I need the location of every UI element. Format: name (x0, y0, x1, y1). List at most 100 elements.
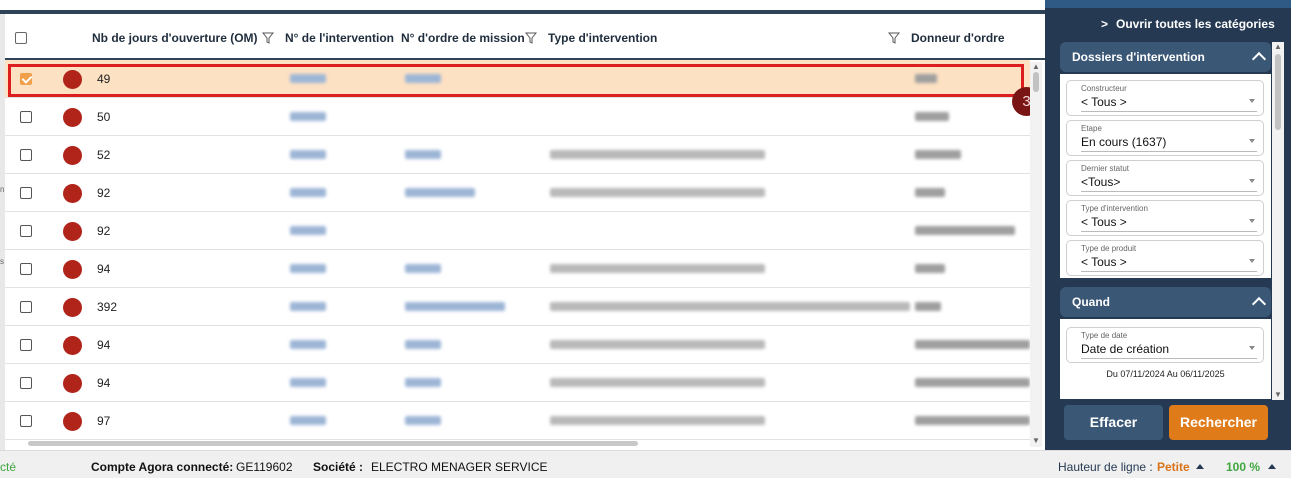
step-select[interactable]: Etape En cours (1637) (1066, 120, 1264, 156)
chevron-up-icon[interactable] (1251, 296, 1267, 312)
search-button[interactable]: Rechercher (1169, 405, 1268, 440)
table-top-strip (0, 0, 1045, 14)
chevron-right-icon: > (1101, 17, 1109, 31)
select-all-checkbox[interactable] (15, 32, 27, 44)
row-checkbox[interactable] (20, 187, 32, 199)
account-value: GE119602 (236, 460, 293, 474)
line-height-value[interactable]: Petite (1157, 460, 1190, 474)
redacted-ordering-party (915, 340, 1030, 349)
row-checkbox[interactable] (20, 339, 32, 351)
dropdown-arrow-icon (1249, 346, 1255, 350)
field-value: En cours (1637) (1081, 135, 1167, 149)
table-row[interactable]: 94 (5, 364, 1030, 402)
scroll-up-icon[interactable]: ▲ (1274, 42, 1282, 51)
zoom-up-icon[interactable] (1268, 464, 1276, 469)
scroll-down-icon[interactable]: ▼ (1274, 390, 1282, 399)
days-open-cell: 97 (97, 414, 111, 428)
row-checkbox[interactable] (20, 111, 32, 123)
table-vertical-scrollbar[interactable] (1030, 62, 1042, 447)
redacted-mission-number (405, 264, 441, 273)
filter-icon[interactable] (525, 32, 537, 44)
filter-icon[interactable] (888, 32, 900, 44)
redacted-intervention-type (550, 416, 765, 425)
scroll-up-icon[interactable]: ▲ (1032, 62, 1040, 71)
sidebar-top-strip (1045, 0, 1291, 8)
status-dot (63, 374, 82, 393)
zoom-level[interactable]: 100 % (1226, 460, 1260, 474)
connection-status: cté (0, 460, 17, 474)
row-checkbox[interactable] (20, 263, 32, 275)
filter-icon[interactable] (262, 32, 274, 44)
redacted-intervention-number (290, 226, 326, 235)
status-dot (63, 260, 82, 279)
intervention-type-select[interactable]: Type d'intervention < Tous > (1066, 200, 1264, 236)
table-row[interactable]: 97 (5, 402, 1030, 440)
section-when[interactable]: Quand (1060, 287, 1271, 317)
scroll-down-icon[interactable]: ▼ (1032, 436, 1040, 445)
column-header-mission-order-number[interactable]: N° d'ordre de mission (401, 31, 525, 45)
redacted-intervention-type (550, 188, 765, 197)
table-row[interactable]: 92 (5, 174, 1030, 212)
row-checkbox[interactable] (20, 301, 32, 313)
redacted-intervention-type (550, 378, 765, 387)
line-height-up-icon[interactable] (1196, 464, 1204, 469)
sidebar-scrollbar[interactable] (1272, 42, 1284, 400)
redacted-ordering-party (915, 112, 949, 121)
table-row[interactable]: 92 (5, 212, 1030, 250)
row-checkbox[interactable] (20, 149, 32, 161)
dropdown-arrow-icon (1249, 179, 1255, 183)
table-row[interactable]: 94 (5, 326, 1030, 364)
open-all-categories-link[interactable]: > Ouvrir toutes les catégories (1101, 17, 1275, 31)
date-range[interactable]: Du 07/11/2024 Au 06/11/2025 (1060, 369, 1271, 379)
redacted-intervention-number (290, 150, 326, 159)
redacted-intervention-number (290, 378, 326, 387)
table-row[interactable]: 94 (5, 250, 1030, 288)
row-checkbox[interactable] (20, 415, 32, 427)
redacted-mission-number (405, 302, 505, 311)
product-type-select[interactable]: Type de produit < Tous > (1066, 240, 1264, 276)
redacted-ordering-party (915, 264, 945, 273)
chevron-up-icon[interactable] (1251, 51, 1267, 67)
column-header-ordering-party[interactable]: Donneur d'ordre (911, 31, 1005, 45)
status-dot (63, 184, 82, 203)
redacted-intervention-number (290, 416, 326, 425)
left-edge-marker: n (0, 185, 5, 194)
field-value: Date de création (1081, 342, 1170, 356)
row-checkbox[interactable] (20, 377, 32, 389)
open-all-label: Ouvrir toutes les catégories (1116, 17, 1275, 31)
redacted-intervention-number (290, 112, 326, 121)
dropdown-arrow-icon (1249, 219, 1255, 223)
column-header-intervention-number[interactable]: N° de l'intervention (285, 31, 394, 45)
row-checkbox[interactable] (20, 225, 32, 237)
dropdown-arrow-icon (1249, 259, 1255, 263)
field-label: Dernier statut (1081, 164, 1130, 173)
table-row[interactable]: 392 (5, 288, 1030, 326)
date-type-select[interactable]: Type de date Date de création (1066, 327, 1264, 363)
table-horizontal-scrollbar[interactable] (28, 441, 638, 446)
status-bar: cté Compte Agora connecté: GE119602 Soci… (0, 450, 1291, 478)
redacted-intervention-type (550, 264, 765, 273)
status-dot (63, 108, 82, 127)
field-value: < Tous > (1081, 95, 1127, 109)
section-title: Dossiers d'intervention (1072, 50, 1205, 64)
redacted-ordering-party (915, 302, 941, 311)
redacted-mission-number (405, 340, 441, 349)
redacted-ordering-party (915, 226, 1015, 235)
table-row[interactable]: 52 (5, 136, 1030, 174)
app-window: { "table": { "columns": [ {"label": "Nb … (0, 0, 1291, 478)
redacted-ordering-party (915, 188, 945, 197)
status-dot (63, 222, 82, 241)
clear-button[interactable]: Effacer (1064, 405, 1163, 440)
days-open-cell: 92 (97, 186, 111, 200)
table-row[interactable]: 50 (5, 98, 1030, 136)
scroll-thumb[interactable] (1033, 72, 1039, 92)
scroll-thumb[interactable] (1275, 54, 1281, 130)
section-intervention-files[interactable]: Dossiers d'intervention (1060, 42, 1271, 72)
column-header-intervention-type[interactable]: Type d'intervention (548, 31, 657, 45)
dropdown-arrow-icon (1249, 139, 1255, 143)
constructor-select[interactable]: Constructeur < Tous > (1066, 80, 1264, 116)
last-status-select[interactable]: Dernier statut <Tous> (1066, 160, 1264, 196)
field-label: Type de produit (1081, 244, 1137, 253)
field-value: <Tous> (1081, 175, 1121, 189)
column-header-days-open[interactable]: Nb de jours d'ouverture (OM) (92, 31, 258, 45)
